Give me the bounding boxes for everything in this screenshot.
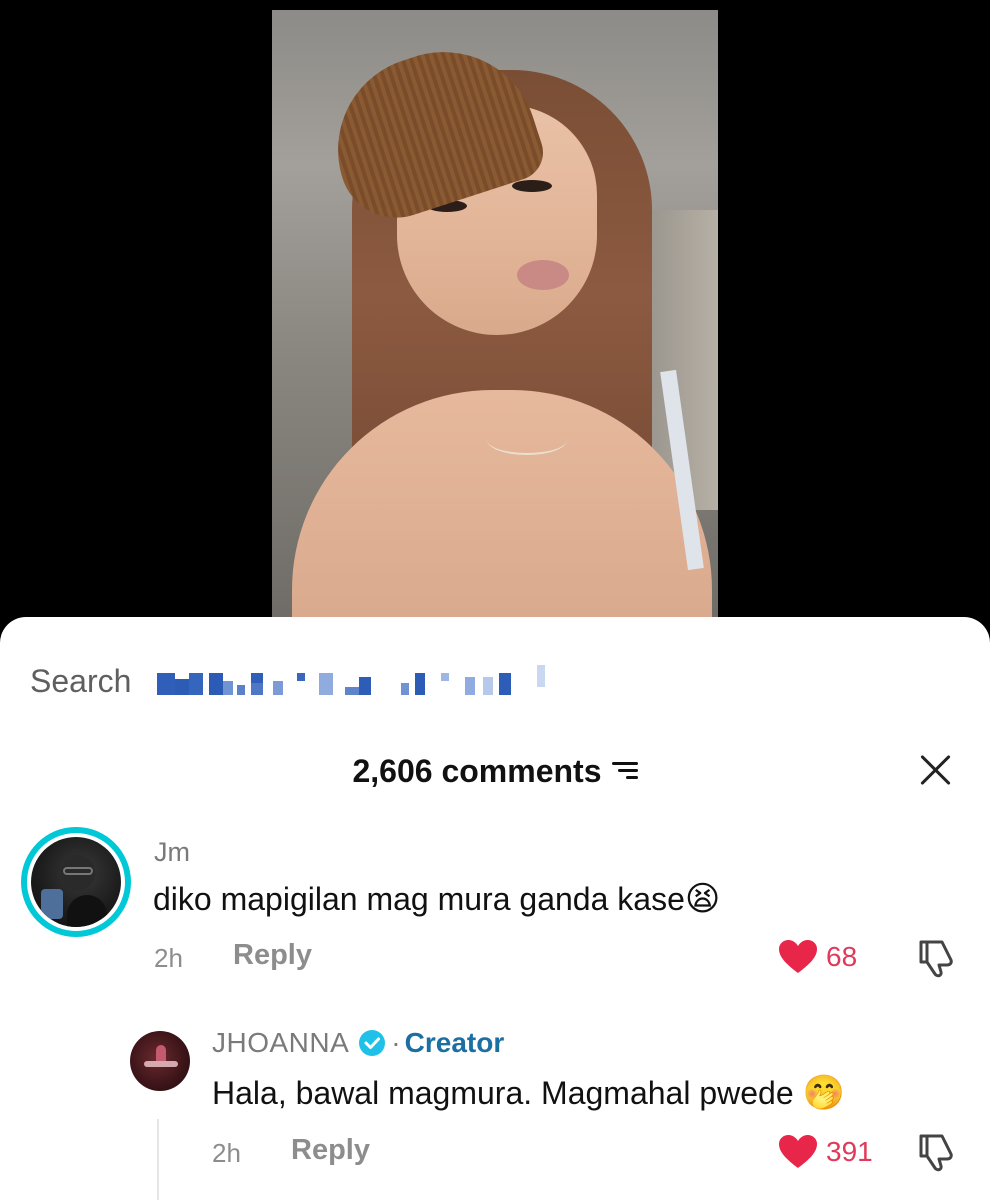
creator-username-row[interactable]: JHOANNA · Creator [212,1027,504,1059]
thread-line [157,1119,159,1200]
comments-header: 2,606 comments [0,749,990,793]
censored-search-text [139,661,639,701]
reply-button[interactable]: Reply [291,1134,370,1167]
dislike-icon[interactable] [915,938,957,978]
creator-badge: Creator [404,1027,505,1058]
comments-count: 2,606 comments [352,752,602,789]
search-suggestion[interactable]: Search [30,661,639,701]
heart-icon [779,940,817,973]
like-button[interactable]: 68 [778,939,857,975]
separator-dot: · [391,1027,401,1058]
dislike-icon[interactable] [915,1132,957,1172]
sort-filter-icon[interactable] [610,760,638,782]
creator-avatar[interactable] [130,1031,190,1091]
heart-icon [779,1135,817,1168]
reply-time: 2h [212,1138,241,1168]
comment-username[interactable]: Jm [154,837,190,868]
comments-sheet: Search 2,606 comments Jm diko mapigilan … [0,617,990,1200]
reply-button[interactable]: Reply [233,939,312,972]
verified-badge-icon [359,1030,386,1056]
reply-text: Hala, bawal magmura. Magmahal pwede 🤭 [212,1074,845,1112]
like-button[interactable]: 391 [778,1134,873,1170]
avatar[interactable] [21,827,131,937]
video-thumbnail[interactable] [272,10,718,630]
comment-time: 2h [154,943,183,973]
tired-face-emoji: 😫 [684,880,721,918]
close-icon[interactable] [918,752,954,788]
like-count: 68 [826,941,858,972]
reply-username: JHOANNA [212,1027,350,1058]
hand-over-mouth-emoji: 🤭 [802,1074,845,1112]
search-label: Search [30,662,132,699]
like-count: 391 [826,1136,873,1167]
comment-text: diko mapigilan mag mura ganda kase😫 [153,880,721,918]
video-player[interactable] [0,0,990,640]
